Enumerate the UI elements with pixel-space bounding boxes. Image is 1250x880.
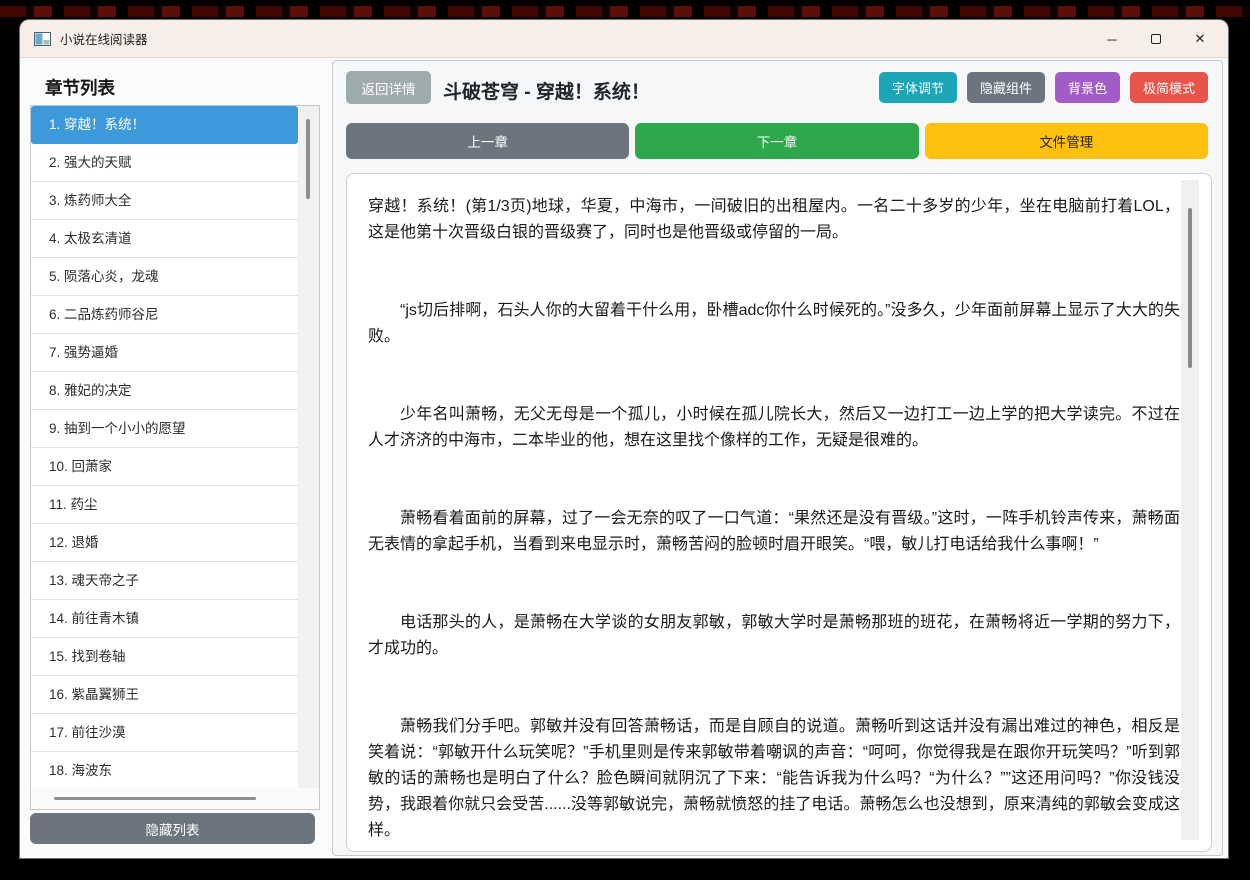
chapter-list: 1. 穿越！系统！ 2. 强大的天赋 3. 炼药师大全 4. 太极玄清道 5. … [30, 105, 320, 810]
chapter-item[interactable]: 5. 陨落心炎，龙魂 [31, 258, 298, 296]
file-manager-button[interactable]: 文件管理 [924, 123, 1208, 159]
chapter-item[interactable]: 18. 海波东 [31, 752, 298, 790]
chapter-list-vscrollbar-thumb[interactable] [306, 119, 310, 199]
chapter-item[interactable]: 1. 穿越！系统！ [31, 106, 298, 144]
window-title: 小说在线阅读器 [60, 33, 148, 47]
content-scrollbar-thumb[interactable] [1188, 208, 1192, 368]
titlebar: 小说在线阅读器 ─ ✕ [20, 20, 1228, 58]
paragraph: 穿越！系统！(第1/3页)地球，华夏，中海市，一间破旧的出租屋内。一名二十多岁的… [368, 198, 1180, 241]
chapter-text: 穿越！系统！(第1/3页)地球，华夏，中海市，一间破旧的出租屋内。一名二十多岁的… [347, 174, 1192, 851]
hide-list-button[interactable]: 隐藏列表 [30, 813, 315, 844]
chapter-item[interactable]: 8. 雅妃的决定 [31, 372, 298, 410]
hide-widgets-button[interactable]: 隐藏组件 [966, 72, 1045, 103]
maximize-button[interactable] [1134, 20, 1178, 58]
toolbar: 字体调节 隐藏组件 背景色 极简模式 [878, 72, 1208, 103]
paragraph: 电话那头的人，是萧畅在大学谈的女朋友郭敏，郭敏大学时是萧畅那班的班花，在萧畅将近… [368, 614, 1180, 657]
chapter-item[interactable]: 7. 强势逼婚 [31, 334, 298, 372]
maximize-icon [1151, 34, 1161, 44]
window-controls: ─ ✕ [1090, 20, 1222, 58]
minimal-mode-button[interactable]: 极简模式 [1129, 72, 1208, 103]
chapter-list-hscrollbar[interactable] [31, 788, 319, 809]
chapter-item[interactable]: 3. 炼药师大全 [31, 182, 298, 220]
chapter-item[interactable]: 16. 紫晶翼狮王 [31, 676, 298, 714]
chapter-item[interactable]: 2. 强大的天赋 [31, 144, 298, 182]
paragraph: “js切后排啊，石头人你的大留着干什么用，卧槽adc你什么时候死的。”没多久，少… [368, 302, 1180, 345]
app-window: 小说在线阅读器 ─ ✕ 章节列表 1. 穿越！系统！ 2. 强大的天赋 3. 炼… [20, 20, 1228, 858]
font-settings-button[interactable]: 字体调节 [878, 72, 957, 103]
paragraph: 少年名叫萧畅，无父无母是一个孤儿，小时候在孤儿院长大，然后又一边打工一边上学的把… [368, 406, 1180, 449]
chapter-list-title: 章节列表 [45, 78, 115, 98]
chapter-nav: 上一章 下一章 文件管理 [346, 123, 1208, 159]
prev-chapter-button[interactable]: 上一章 [346, 123, 630, 159]
chapter-item[interactable]: 10. 回萧家 [31, 448, 298, 486]
paragraph: 萧畅看着面前的屏幕，过了一会无奈的叹了一口气道：“果然还是没有晋级。”这时，一阵… [368, 510, 1180, 553]
chapter-item[interactable]: 11. 药尘 [31, 486, 298, 524]
chapter-items: 1. 穿越！系统！ 2. 强大的天赋 3. 炼药师大全 4. 太极玄清道 5. … [31, 106, 298, 790]
chapter-list-hscrollbar-thumb[interactable] [54, 797, 256, 800]
chapter-item[interactable]: 12. 退婚 [31, 524, 298, 562]
reader-panel: 返回详情 斗破苍穹 - 穿越！系统！ 字体调节 隐藏组件 背景色 极简模式 上一… [332, 60, 1223, 856]
background-color-button[interactable]: 背景色 [1054, 72, 1120, 103]
close-button[interactable]: ✕ [1178, 20, 1222, 58]
paragraph: 萧畅我们分手吧。郭敏并没有回答萧畅话，而是自顾自的说道。萧畅听到这话并没有漏出难… [368, 718, 1180, 839]
chapter-item[interactable]: 13. 魂天帝之子 [31, 562, 298, 600]
content-scrollbar[interactable] [1181, 180, 1199, 840]
next-chapter-button[interactable]: 下一章 [635, 123, 919, 159]
chapter-item[interactable]: 14. 前往青木镇 [31, 600, 298, 638]
book-chapter-title: 斗破苍穹 - 穿越！系统！ [443, 82, 650, 103]
reader-content[interactable]: 穿越！系统！(第1/3页)地球，华夏，中海市，一间破旧的出租屋内。一名二十多岁的… [346, 173, 1212, 852]
app-icon [34, 31, 51, 46]
screen: 小说在线阅读器 ─ ✕ 章节列表 1. 穿越！系统！ 2. 强大的天赋 3. 炼… [0, 0, 1250, 880]
background-window-artifact [0, 6, 1250, 17]
chapter-item[interactable]: 4. 太极玄清道 [31, 220, 298, 258]
chapter-item[interactable]: 6. 二品炼药师谷尼 [31, 296, 298, 334]
back-to-details-button[interactable]: 返回详情 [346, 71, 431, 104]
chapter-item[interactable]: 17. 前往沙漠 [31, 714, 298, 752]
chapter-list-vscrollbar[interactable] [298, 106, 319, 788]
minimize-button[interactable]: ─ [1090, 20, 1134, 58]
chapter-item[interactable]: 9. 抽到一个小小的愿望 [31, 410, 298, 448]
chapter-item[interactable]: 15. 找到卷轴 [31, 638, 298, 676]
